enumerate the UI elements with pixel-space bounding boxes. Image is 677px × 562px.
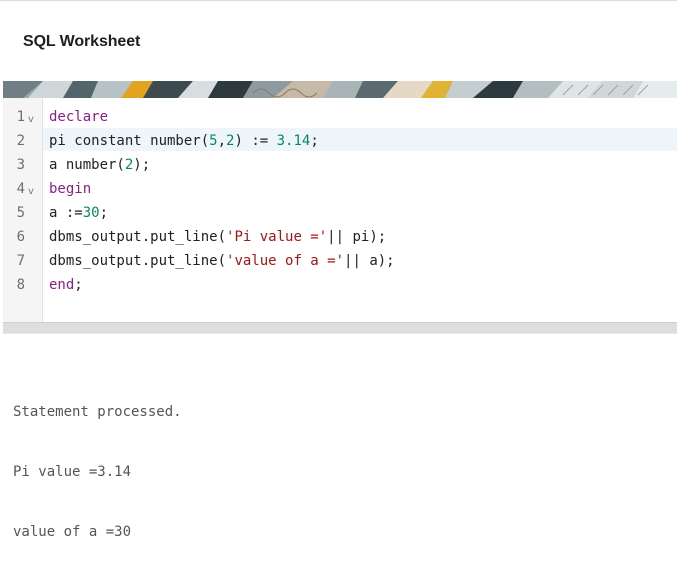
- line-number: 7: [16, 253, 25, 269]
- line-number: 5: [16, 205, 25, 221]
- line-number: 2: [16, 133, 25, 149]
- code-line[interactable]: 2 pi constant number(5,2) := 3.14;: [3, 129, 677, 153]
- code-text: dbms_output.put_line('Pi value ='|| pi);: [49, 229, 386, 245]
- code-text: begin: [49, 181, 91, 197]
- code-token: ,: [217, 133, 227, 149]
- code-text: a number(2);: [49, 157, 150, 173]
- line-number: 4: [16, 181, 25, 197]
- fold-chevron-icon[interactable]: v: [28, 186, 34, 197]
- banner-pattern: [3, 81, 677, 98]
- output-line-pi: Pi value =3.14: [13, 464, 132, 480]
- code-token: end: [49, 277, 75, 293]
- code-line[interactable]: 4 v begin: [3, 177, 677, 201]
- code-line[interactable]: 7 dbms_output.put_line('value of a ='|| a…: [3, 249, 677, 273]
- code-token: );: [133, 157, 151, 173]
- code-text: dbms_output.put_line('value of a ='|| a)…: [49, 253, 395, 269]
- code-token: || a);: [344, 253, 395, 269]
- code-token: 'value of a =': [226, 253, 345, 269]
- code-text: declare: [49, 109, 108, 125]
- code-token: a number(: [49, 157, 125, 173]
- line-number: 3: [16, 157, 25, 173]
- top-border: [0, 0, 677, 1]
- code-token: 'Pi value =': [226, 229, 328, 245]
- horizontal-scrollbar[interactable]: [3, 322, 677, 334]
- output-line-a: value of a =30: [13, 524, 132, 540]
- code-text: pi constant number(5,2) := 3.14;: [49, 133, 319, 149]
- code-token: dbms_output.put_line(: [49, 229, 227, 245]
- line-number: 6: [16, 229, 25, 245]
- line-number: 1: [16, 109, 25, 125]
- code-token: begin: [49, 181, 92, 197]
- code-token: ;: [99, 205, 109, 221]
- code-token: 3.14: [276, 133, 311, 149]
- code-token: 5: [209, 133, 218, 149]
- fold-chevron-icon[interactable]: v: [28, 114, 34, 125]
- line-number: 8: [16, 277, 25, 293]
- code-line[interactable]: 6 dbms_output.put_line('Pi value ='|| pi)…: [3, 225, 677, 249]
- code-token: ;: [74, 277, 83, 293]
- code-token: ) :=: [234, 133, 277, 149]
- code-token: a :=: [49, 205, 83, 221]
- page-title: SQL Worksheet: [23, 33, 141, 50]
- code-editor[interactable]: 1 v declare 2 pi constant number(5,2) := 3.1…: [3, 98, 677, 322]
- code-token: dbms_output.put_line(: [49, 253, 227, 269]
- code-token: declare: [49, 109, 109, 125]
- code-line[interactable]: 1 v declare: [3, 105, 677, 129]
- code-line[interactable]: 3 a number(2);: [3, 153, 677, 177]
- code-token: ;: [310, 133, 319, 149]
- code-line[interactable]: 5 a :=30;: [3, 201, 677, 225]
- output-line-status: Statement processed.: [13, 404, 182, 420]
- code-token: 30: [82, 205, 100, 221]
- code-token: pi constant number(: [49, 133, 210, 149]
- code-token: || pi);: [327, 229, 387, 245]
- code-line[interactable]: 8 end;: [3, 273, 677, 297]
- code-text: end;: [49, 277, 83, 293]
- results-output: Statement processed. Pi value =3.14 valu…: [13, 362, 182, 562]
- decorative-banner: [3, 81, 677, 98]
- code-text: a :=30;: [49, 205, 108, 221]
